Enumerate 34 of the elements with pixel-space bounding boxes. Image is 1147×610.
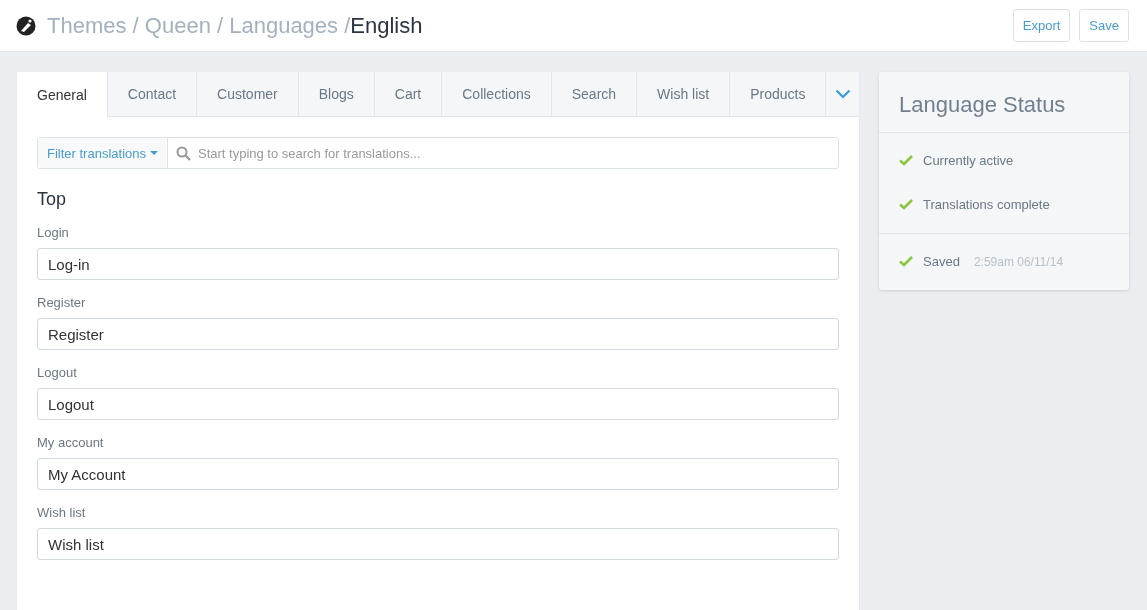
input-field[interactable]: Register bbox=[37, 318, 839, 350]
filter-dropdown[interactable]: Filter translations bbox=[38, 138, 168, 168]
field-label: Register bbox=[37, 295, 87, 310]
palette-logo-icon bbox=[16, 15, 36, 36]
field-label: Wish list bbox=[37, 505, 87, 520]
field-label: My account bbox=[37, 435, 105, 450]
tab[interactable]: Contact bbox=[107, 72, 198, 116]
status-text: Translations complete bbox=[923, 197, 1050, 212]
input-field[interactable]: Log-in bbox=[37, 248, 839, 280]
status-text: Saved bbox=[923, 254, 960, 269]
page-title: English bbox=[350, 12, 423, 38]
header-button[interactable]: Save bbox=[1079, 9, 1129, 42]
tab[interactable]: Blogs bbox=[298, 72, 375, 116]
section-heading: Top bbox=[37, 189, 68, 210]
tab[interactable]: Collections bbox=[442, 72, 552, 116]
search-field[interactable]: Filter translations Start typing to search for translations... bbox=[37, 137, 839, 169]
tab[interactable]: Products bbox=[730, 72, 827, 116]
tab[interactable]: Customer bbox=[197, 72, 299, 116]
input-field[interactable]: Logout bbox=[37, 388, 839, 420]
status-text: Currently active bbox=[923, 153, 1014, 168]
tab[interactable]: Wish list bbox=[637, 72, 731, 116]
tab[interactable]: General bbox=[17, 72, 108, 117]
tab[interactable]: Search bbox=[551, 72, 638, 116]
field-label: Login bbox=[37, 225, 70, 240]
input-field[interactable]: My Account bbox=[37, 458, 839, 490]
tab[interactable]: Cart bbox=[374, 72, 443, 116]
breadcrumb-trail[interactable]: Themes / Queen / Languages / bbox=[47, 12, 351, 38]
header-button[interactable]: Export bbox=[1012, 9, 1071, 42]
field-label: Logout bbox=[37, 365, 78, 380]
status-title: Language Status bbox=[898, 91, 1067, 119]
chevron-down-icon bbox=[834, 89, 851, 99]
search-icon bbox=[176, 145, 191, 161]
timestamp: 2:59am 06/11/14 bbox=[973, 254, 1064, 269]
input-field[interactable]: Wish list bbox=[37, 528, 839, 560]
